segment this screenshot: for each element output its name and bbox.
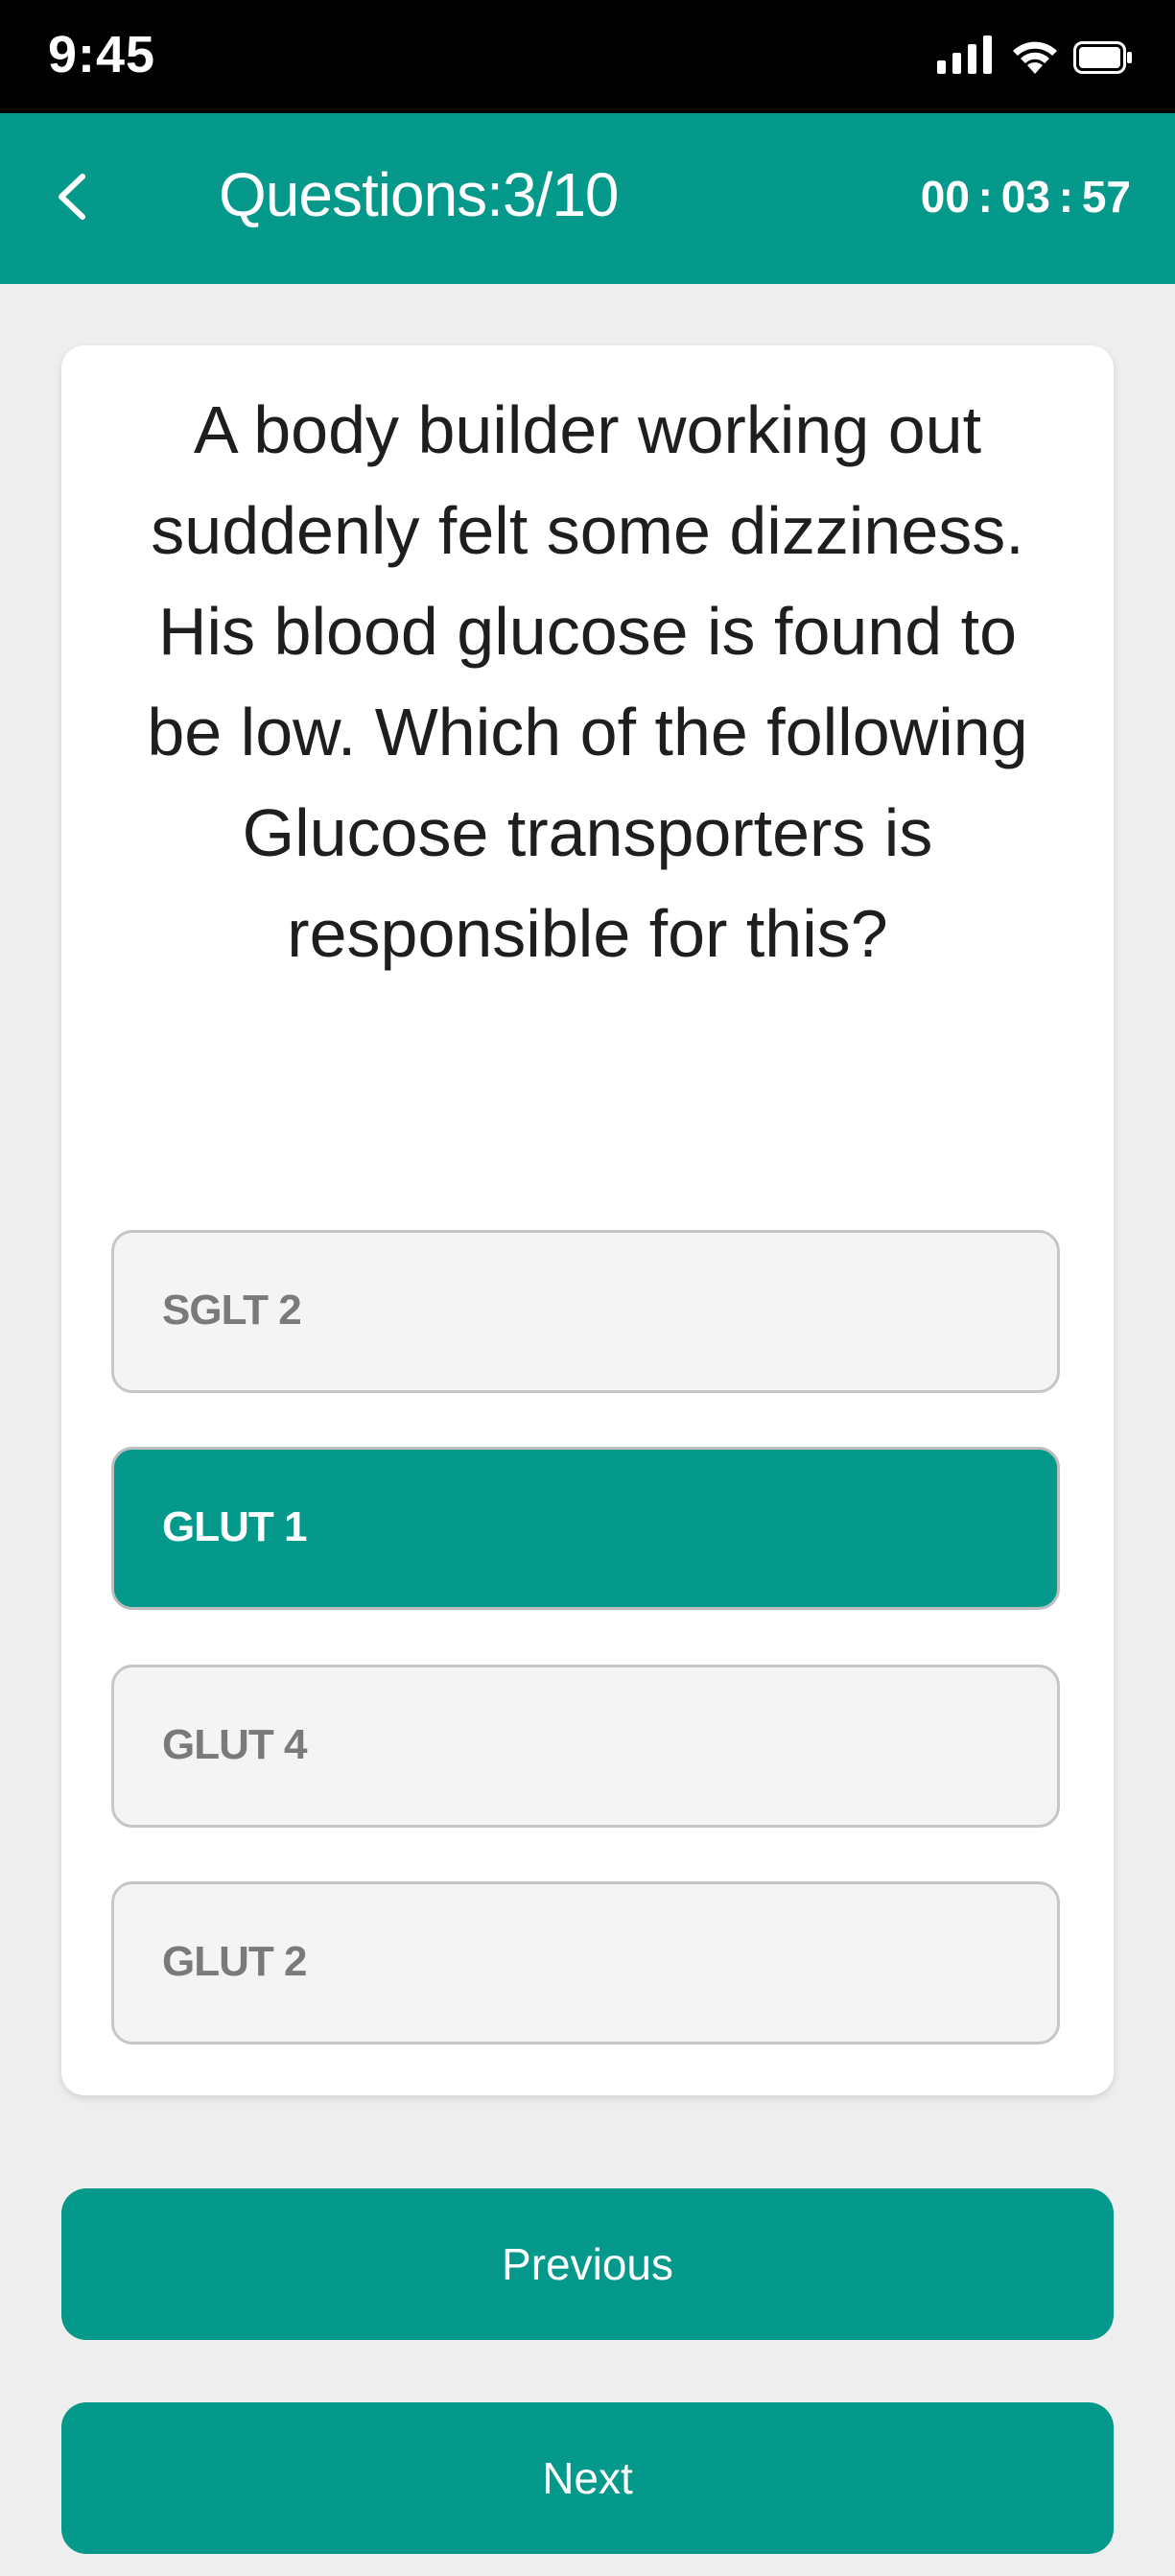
app-header: Questions:3/10 00 : 03 : 57 (0, 113, 1175, 284)
question-text: A body builder working out suddenly felt… (147, 392, 1028, 971)
next-button[interactable]: Next (61, 2402, 1114, 2554)
answer-option-label: GLUT 1 (162, 1503, 307, 1550)
signal-icon (937, 35, 997, 79)
answer-option-label: GLUT 4 (162, 1721, 307, 1768)
previous-button[interactable]: Previous (61, 2188, 1114, 2340)
wifi-icon (1010, 35, 1060, 79)
back-button[interactable] (42, 163, 109, 230)
answer-option[interactable]: GLUT 4 (111, 1665, 1060, 1828)
chevron-left-icon (42, 174, 109, 234)
question-card: A body builder working out suddenly felt… (61, 345, 1114, 2095)
status-bar: 9:45 (0, 0, 1175, 113)
battery-icon (1073, 41, 1133, 79)
status-time: 9:45 (48, 26, 156, 83)
page-title: Questions:3/10 (219, 160, 619, 229)
quiz-timer: 00 : 03 : 57 (920, 172, 1131, 222)
status-icons (937, 35, 1133, 79)
answer-option-selected[interactable]: GLUT 1 (111, 1447, 1060, 1610)
answer-option[interactable]: SGLT 2 (111, 1230, 1060, 1393)
answer-option-label: SGLT 2 (162, 1287, 302, 1334)
answer-option[interactable]: GLUT 2 (111, 1881, 1060, 2044)
answer-option-label: GLUT 2 (162, 1938, 307, 1985)
